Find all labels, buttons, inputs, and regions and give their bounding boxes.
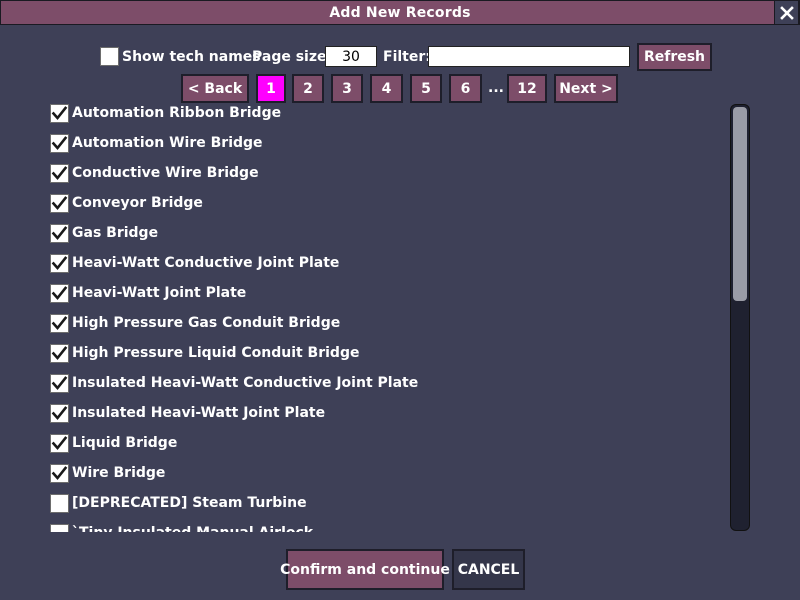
- record-label: Wire Bridge: [72, 465, 166, 481]
- list-item[interactable]: Insulated Heavi-Watt Conductive Joint Pl…: [50, 372, 418, 394]
- record-checkbox[interactable]: [50, 193, 69, 213]
- record-label: Automation Ribbon Bridge: [72, 105, 282, 121]
- record-label: `Tiny Insulated Manual Airlock: [72, 525, 313, 532]
- record-checkbox[interactable]: [50, 103, 69, 123]
- record-label: Heavi-Watt Joint Plate: [72, 285, 247, 301]
- list-item[interactable]: High Pressure Liquid Conduit Bridge: [50, 342, 359, 364]
- list-item[interactable]: Automation Ribbon Bridge: [50, 102, 281, 124]
- record-checkbox[interactable]: [50, 433, 69, 453]
- title-bar: Add New Records: [0, 0, 800, 25]
- record-checkbox[interactable]: [50, 463, 69, 483]
- record-checkbox[interactable]: [50, 253, 69, 273]
- list-item[interactable]: [DEPRECATED] Steam Turbine: [50, 492, 307, 514]
- back-button[interactable]: < Back: [181, 74, 249, 103]
- record-checkbox[interactable]: [50, 493, 69, 513]
- cancel-button[interactable]: CANCEL: [452, 549, 525, 590]
- pagination-ellipsis: ...: [488, 80, 504, 96]
- record-label: High Pressure Liquid Conduit Bridge: [72, 345, 360, 361]
- checkmark-icon: [51, 105, 68, 120]
- checkmark-icon: [51, 195, 68, 210]
- record-label: [DEPRECATED] Steam Turbine: [72, 495, 307, 511]
- list-item[interactable]: Automation Wire Bridge: [50, 132, 263, 154]
- next-button[interactable]: Next >: [554, 74, 618, 103]
- record-checkbox[interactable]: [50, 223, 69, 243]
- checkmark-icon: [51, 345, 68, 360]
- record-label: Gas Bridge: [72, 225, 159, 241]
- show-tech-names-label: Show tech names: [122, 49, 261, 65]
- page-button-3[interactable]: 3: [331, 74, 363, 103]
- page-button-6[interactable]: 6: [449, 74, 482, 103]
- record-label: Liquid Bridge: [72, 435, 178, 451]
- list-item[interactable]: `Tiny Insulated Manual Airlock: [50, 522, 313, 532]
- page-button-2[interactable]: 2: [292, 74, 324, 103]
- scrollbar-thumb[interactable]: [733, 107, 747, 301]
- list-item[interactable]: Insulated Heavi-Watt Joint Plate: [50, 402, 325, 424]
- record-checkbox[interactable]: [50, 283, 69, 303]
- checkmark-icon: [51, 465, 68, 480]
- refresh-button[interactable]: Refresh: [637, 43, 712, 71]
- checkmark-icon: [51, 315, 68, 330]
- list-item[interactable]: Gas Bridge: [50, 222, 158, 244]
- records-list: Automation Ribbon Bridge Automation Wire …: [50, 102, 720, 532]
- record-checkbox[interactable]: [50, 133, 69, 153]
- checkmark-icon: [51, 135, 68, 150]
- record-checkbox[interactable]: [50, 523, 69, 532]
- checkmark-icon: [51, 225, 68, 240]
- record-label: Conductive Wire Bridge: [72, 165, 259, 181]
- scrollbar-track[interactable]: [730, 104, 750, 531]
- record-label: Heavi-Watt Conductive Joint Plate: [72, 255, 340, 271]
- page-button-12[interactable]: 12: [507, 74, 547, 103]
- record-checkbox[interactable]: [50, 313, 69, 333]
- page-button-1[interactable]: 1: [256, 74, 286, 103]
- list-item[interactable]: High Pressure Gas Conduit Bridge: [50, 312, 340, 334]
- checkmark-icon: [51, 405, 68, 420]
- record-label: Automation Wire Bridge: [72, 135, 263, 151]
- checkmark-icon: [51, 375, 68, 390]
- checkmark-icon: [51, 435, 68, 450]
- record-label: Insulated Heavi-Watt Conductive Joint Pl…: [72, 375, 419, 391]
- close-icon: [779, 5, 794, 20]
- window-title: Add New Records: [329, 4, 471, 21]
- confirm-button[interactable]: Confirm and continue: [280, 549, 450, 590]
- close-button[interactable]: [774, 0, 799, 25]
- checkmark-icon: [51, 165, 68, 180]
- show-tech-names-checkbox[interactable]: [100, 47, 119, 66]
- page-size-label: Page size:: [252, 49, 333, 65]
- record-checkbox[interactable]: [50, 343, 69, 363]
- list-item[interactable]: Conductive Wire Bridge: [50, 162, 259, 184]
- page-button-5[interactable]: 5: [410, 74, 442, 103]
- record-checkbox[interactable]: [50, 163, 69, 183]
- toolbar: Show tech names Page size: 30 Filter: Re…: [0, 43, 800, 72]
- checkmark-icon: [51, 285, 68, 300]
- list-item[interactable]: Heavi-Watt Joint Plate: [50, 282, 246, 304]
- list-item[interactable]: Wire Bridge: [50, 462, 165, 484]
- page-size-input[interactable]: 30: [325, 46, 377, 67]
- record-label: Insulated Heavi-Watt Joint Plate: [72, 405, 326, 421]
- record-label: Conveyor Bridge: [72, 195, 203, 211]
- list-item[interactable]: Heavi-Watt Conductive Joint Plate: [50, 252, 339, 274]
- page-button-4[interactable]: 4: [370, 74, 403, 103]
- checkmark-icon: [51, 255, 68, 270]
- list-item[interactable]: Liquid Bridge: [50, 432, 177, 454]
- record-checkbox[interactable]: [50, 403, 69, 423]
- record-checkbox[interactable]: [50, 373, 69, 393]
- filter-label: Filter:: [383, 49, 431, 65]
- list-item[interactable]: Conveyor Bridge: [50, 192, 203, 214]
- filter-input[interactable]: [428, 46, 630, 67]
- record-label: High Pressure Gas Conduit Bridge: [72, 315, 341, 331]
